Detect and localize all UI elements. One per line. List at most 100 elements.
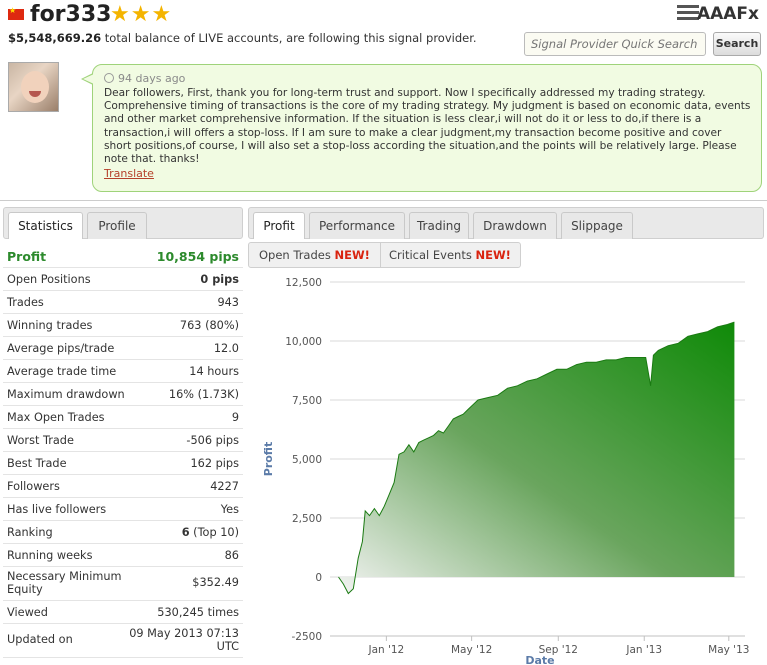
stat-row-worst-trade: Worst Trade -506 pips xyxy=(3,429,243,452)
stat-label: Ranking xyxy=(7,526,53,539)
stat-value: 4227 xyxy=(210,480,239,493)
y-tick-label: 7,500 xyxy=(292,395,322,407)
subtab-label: Open Trades xyxy=(259,248,331,262)
stat-row-ranking: Ranking 6 (Top 10) xyxy=(3,521,243,544)
stat-label: Best Trade xyxy=(7,457,67,470)
stat-label: Open Positions xyxy=(7,273,91,286)
stat-row-maximum-drawdown: Maximum drawdown 16% (1.73K) xyxy=(3,383,243,406)
search-button[interactable]: Search xyxy=(713,32,761,56)
tab-slippage[interactable]: Slippage xyxy=(561,212,633,239)
tab-trading[interactable]: Trading xyxy=(409,212,469,239)
stat-row-max-open-trades: Max Open Trades 9 xyxy=(3,406,243,429)
stat-row-best-trade: Best Trade 162 pips xyxy=(3,452,243,475)
stat-row-minimum-equity: Necessary Minimum Equity $352.49 xyxy=(3,567,243,601)
stat-value: 10,854 pips xyxy=(156,249,239,264)
stat-label: Has live followers xyxy=(7,503,107,516)
y-tick-label: 10,000 xyxy=(285,336,322,348)
left-tab-bar: Statistics Profile xyxy=(3,207,243,239)
y-axis-title: Profit xyxy=(262,442,275,476)
clock-icon xyxy=(104,73,114,83)
right-tab-bar: Profit Performance Trading Drawdown Slip… xyxy=(248,207,764,239)
profit-chart: -2500 0 2,500 5,000 7,500 10,000 12,500 Jan '1… xyxy=(262,277,749,665)
stat-value: 530,245 times xyxy=(157,606,239,619)
stat-value: 9 xyxy=(231,411,239,424)
subtab-open-trades[interactable]: Open Trades NEW! xyxy=(253,243,376,267)
message-text: Dear followers, First, thank you for lon… xyxy=(104,87,751,166)
stat-row-average-trade-time: Average trade time 14 hours xyxy=(3,360,243,383)
stat-row-live-followers: Has live followers Yes xyxy=(3,498,243,521)
stat-row-running-weeks: Running weeks 86 xyxy=(3,544,243,567)
ranking-extra: (Top 10) xyxy=(193,526,239,539)
stat-label: Running weeks xyxy=(7,549,93,562)
provider-message: 94 days ago Dear followers, First, thank… xyxy=(81,64,762,192)
header: for333 ★★★ $5,548,669.26 total balance o… xyxy=(0,0,767,60)
sub-tab-bar: Open Trades NEW! Critical Events NEW! xyxy=(248,242,521,268)
y-tick-label: 12,500 xyxy=(285,277,322,289)
tab-drawdown[interactable]: Drawdown xyxy=(473,212,557,239)
stat-label: Followers xyxy=(7,480,60,493)
tab-profit[interactable]: Profit xyxy=(253,212,305,239)
stat-value: 16% (1.73K) xyxy=(168,388,239,401)
y-axis-ticks: -2500 0 2,500 5,000 7,500 10,000 12,500 xyxy=(285,277,322,643)
stat-label: Trades xyxy=(7,296,44,309)
balance-line: $5,548,669.26 total balance of LIVE acco… xyxy=(8,31,477,45)
stat-row-profit: Profit 10,854 pips xyxy=(3,244,243,268)
stat-value: 12.0 xyxy=(213,342,239,355)
new-badge: NEW! xyxy=(475,248,511,262)
balance-description: total balance of LIVE accounts, are foll… xyxy=(104,31,477,45)
stat-value: 09 May 2013 07:13 UTC xyxy=(129,627,239,653)
ranking-number: 6 xyxy=(181,526,190,539)
stat-row-trades: Trades 943 xyxy=(3,291,243,314)
stat-label: Updated on xyxy=(7,633,73,646)
x-tick-label: May '12 xyxy=(451,644,492,656)
stat-value: 162 pips xyxy=(190,457,239,470)
stat-row-open-positions: Open Positions 0 pips xyxy=(3,268,243,291)
y-tick-label: 0 xyxy=(315,572,322,584)
provider-name: for333 xyxy=(30,2,112,27)
statistics-table: Profit 10,854 pips Open Positions 0 pips… xyxy=(3,244,243,658)
stat-label: Worst Trade xyxy=(7,434,74,447)
stat-label: Profit xyxy=(7,249,47,264)
subtab-separator xyxy=(380,243,381,267)
brand-name: AAAFx xyxy=(696,4,759,24)
message-time: 94 days ago xyxy=(104,72,751,85)
y-tick-label: 2,500 xyxy=(292,513,322,525)
tab-statistics[interactable]: Statistics xyxy=(8,212,83,239)
x-tick-label: Jan '12 xyxy=(367,644,404,656)
stat-row-average-pips: Average pips/trade 12.0 xyxy=(3,337,243,360)
new-badge: NEW! xyxy=(334,248,370,262)
china-flag-icon xyxy=(8,6,24,20)
tab-performance[interactable]: Performance xyxy=(309,212,405,239)
stat-label: Winning trades xyxy=(7,319,93,332)
stat-label: Average trade time xyxy=(7,365,117,378)
stat-value: 86 xyxy=(224,549,239,562)
rating-stars-icon: ★★★ xyxy=(110,2,173,27)
stat-value: 763 (80%) xyxy=(179,319,239,332)
translate-link[interactable]: Translate xyxy=(104,167,154,180)
stat-value: Yes xyxy=(220,503,239,516)
stat-label: Maximum drawdown xyxy=(7,388,125,401)
y-tick-label: -2500 xyxy=(291,631,322,643)
x-axis-ticks: Jan '12 May '12 Sep '12 Jan '13 May '13 xyxy=(367,636,749,656)
provider-avatar[interactable] xyxy=(8,62,59,112)
provider-search-input[interactable] xyxy=(524,32,706,56)
stat-label: Average pips/trade xyxy=(7,342,115,355)
stat-row-winning-trades: Winning trades 763 (80%) xyxy=(3,314,243,337)
stat-value: 14 hours xyxy=(189,365,239,378)
subtab-critical-events[interactable]: Critical Events NEW! xyxy=(383,243,517,267)
x-axis-title: Date xyxy=(525,654,554,665)
tab-profile[interactable]: Profile xyxy=(87,212,147,239)
stat-row-updated-on: Updated on 09 May 2013 07:13 UTC xyxy=(3,624,243,658)
x-tick-label: May '13 xyxy=(708,644,749,656)
stat-value: 6 (Top 10) xyxy=(182,526,239,539)
subtab-label: Critical Events xyxy=(389,248,472,262)
stat-value: -506 pips xyxy=(186,434,239,447)
brand-logo-icon xyxy=(677,5,699,20)
stat-value: $352.49 xyxy=(192,576,239,589)
stat-label: Max Open Trades xyxy=(7,411,105,424)
message-time-text: 94 days ago xyxy=(118,72,186,85)
y-tick-label: 5,000 xyxy=(292,454,322,466)
stat-value: 943 xyxy=(217,296,239,309)
stat-label: Necessary Minimum Equity xyxy=(7,570,122,596)
divider xyxy=(0,200,767,201)
